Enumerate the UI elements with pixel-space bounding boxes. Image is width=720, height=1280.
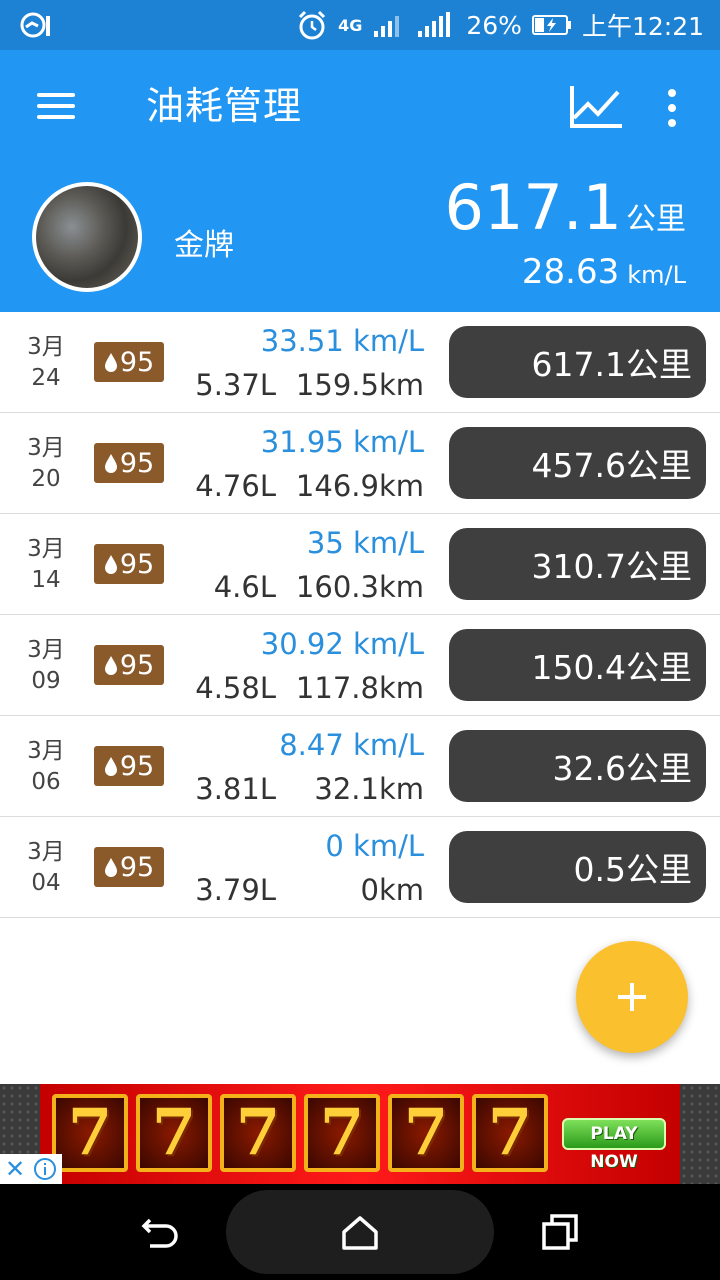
record-liters: 4.6L	[213, 570, 276, 604]
fuel-drop-icon	[104, 353, 117, 372]
record-distance: 146.9km	[295, 469, 424, 503]
record-distance: 160.3km	[295, 570, 424, 604]
record-distance: 0km	[360, 873, 425, 907]
ad-info-icon[interactable]	[30, 1154, 60, 1184]
battery-percent: 26%	[466, 10, 522, 40]
record-distance: 117.8km	[295, 671, 424, 705]
plus-icon	[618, 983, 646, 1011]
total-distance-unit: 公里	[626, 202, 686, 237]
record-date: 3月 06	[27, 738, 65, 795]
play-now-button[interactable]: PLAY NOW	[562, 1118, 666, 1172]
vehicle-avatar[interactable]	[32, 182, 142, 292]
fuel-drop-icon	[104, 757, 117, 776]
record-liters: 4.58L	[195, 671, 276, 705]
record-odometer: 310.7公里	[449, 528, 706, 600]
slot-reel: 7	[472, 1094, 548, 1172]
record-efficiency: 0 km/L	[325, 829, 424, 863]
back-icon[interactable]	[136, 1208, 184, 1256]
signal-icon	[374, 16, 400, 37]
total-distance: 617.1 公里	[445, 172, 687, 244]
record-date: 3月 20	[27, 435, 65, 492]
fuel-drop-icon	[104, 555, 117, 574]
fuel-drop-icon	[104, 656, 117, 675]
record-efficiency: 8.47 km/L	[279, 728, 424, 762]
slot-reel: 7	[304, 1094, 380, 1172]
signal-icon-2	[418, 12, 451, 37]
record-efficiency: 30.92 km/L	[260, 627, 424, 661]
ad-banner[interactable]: 7 7 7 7 7 7 PLAY NOW	[40, 1084, 680, 1184]
ad-controls: ✕	[0, 1154, 62, 1184]
vehicle-name: 金牌	[174, 228, 234, 263]
record-liters: 3.79L	[195, 873, 276, 907]
average-efficiency-unit: km/L	[627, 261, 686, 289]
record-distance: 32.1km	[314, 772, 424, 806]
slot-reels: 7 7 7 7 7 7	[52, 1094, 548, 1172]
slot-reel: 7	[52, 1094, 128, 1172]
slot-reel: 7	[220, 1094, 296, 1172]
recents-icon[interactable]	[536, 1208, 584, 1256]
notification-app-icon	[20, 12, 50, 38]
record-efficiency: 33.51 km/L	[260, 324, 424, 358]
list-item[interactable]: 3月 20 95 31.95 km/L 4.76L 146.9km 457.6公里	[0, 413, 720, 514]
average-efficiency: 28.63 km/L	[522, 252, 686, 292]
fuel-grade-badge: 95	[94, 746, 164, 786]
status-bar: 4G 26% 上午12:21	[0, 0, 720, 50]
record-date: 3月 04	[27, 839, 65, 896]
fuel-grade-badge: 95	[94, 443, 164, 483]
fuel-grade-badge: 95	[94, 544, 164, 584]
record-odometer: 0.5公里	[449, 831, 706, 903]
slot-reel: 7	[136, 1094, 212, 1172]
page-title: 油耗管理	[146, 84, 303, 128]
average-efficiency-value: 28.63	[521, 252, 620, 292]
record-date: 3月 14	[27, 536, 65, 593]
vehicle-summary: 金牌 617.1 公里 28.63 km/L	[0, 162, 720, 312]
app-bar: 油耗管理	[0, 50, 720, 162]
record-date: 3月 24	[27, 334, 65, 391]
record-liters: 3.81L	[195, 772, 276, 806]
record-efficiency: 35 km/L	[306, 526, 424, 560]
list-item[interactable]: 3月 04 95 0 km/L 3.79L 0km 0.5公里	[0, 817, 720, 918]
alarm-icon	[299, 10, 326, 40]
more-icon[interactable]	[650, 80, 694, 136]
battery-icon	[531, 15, 571, 35]
record-efficiency: 31.95 km/L	[260, 425, 424, 459]
list-item[interactable]: 3月 09 95 30.92 km/L 4.58L 117.8km 150.4公里	[0, 615, 720, 716]
record-liters: 5.37L	[195, 368, 276, 402]
record-date: 3月 09	[27, 637, 65, 694]
chart-icon[interactable]	[564, 82, 628, 134]
fuel-grade-badge: 95	[94, 847, 164, 887]
record-odometer: 457.6公里	[449, 427, 706, 499]
add-record-button[interactable]	[576, 941, 688, 1053]
fuel-drop-icon	[104, 454, 117, 473]
menu-icon[interactable]	[24, 78, 88, 134]
record-odometer: 32.6公里	[449, 730, 706, 802]
clock: 上午12:21	[581, 12, 704, 41]
record-odometer: 150.4公里	[449, 629, 706, 701]
slot-reel: 7	[388, 1094, 464, 1172]
home-icon[interactable]	[336, 1208, 384, 1256]
fuel-record-list: 3月 24 95 33.51 km/L 5.37L 159.5km 617.1公里…	[0, 312, 720, 918]
total-distance-value: 617.1	[444, 171, 623, 244]
network-type: 4G	[338, 15, 363, 35]
record-liters: 4.76L	[195, 469, 276, 503]
ad-container: 7 7 7 7 7 7 PLAY NOW	[0, 1084, 720, 1184]
ad-close-icon[interactable]: ✕	[0, 1154, 30, 1184]
fuel-grade-badge: 95	[94, 342, 164, 382]
fuel-grade-badge: 95	[94, 645, 164, 685]
list-item[interactable]: 3月 14 95 35 km/L 4.6L 160.3km 310.7公里	[0, 514, 720, 615]
fuel-drop-icon	[104, 858, 117, 877]
list-item[interactable]: 3月 24 95 33.51 km/L 5.37L 159.5km 617.1公里	[0, 312, 720, 413]
record-odometer: 617.1公里	[449, 326, 706, 398]
list-item[interactable]: 3月 06 95 8.47 km/L 3.81L 32.1km 32.6公里	[0, 716, 720, 817]
system-nav-bar	[0, 1184, 720, 1280]
record-distance: 159.5km	[295, 368, 424, 402]
